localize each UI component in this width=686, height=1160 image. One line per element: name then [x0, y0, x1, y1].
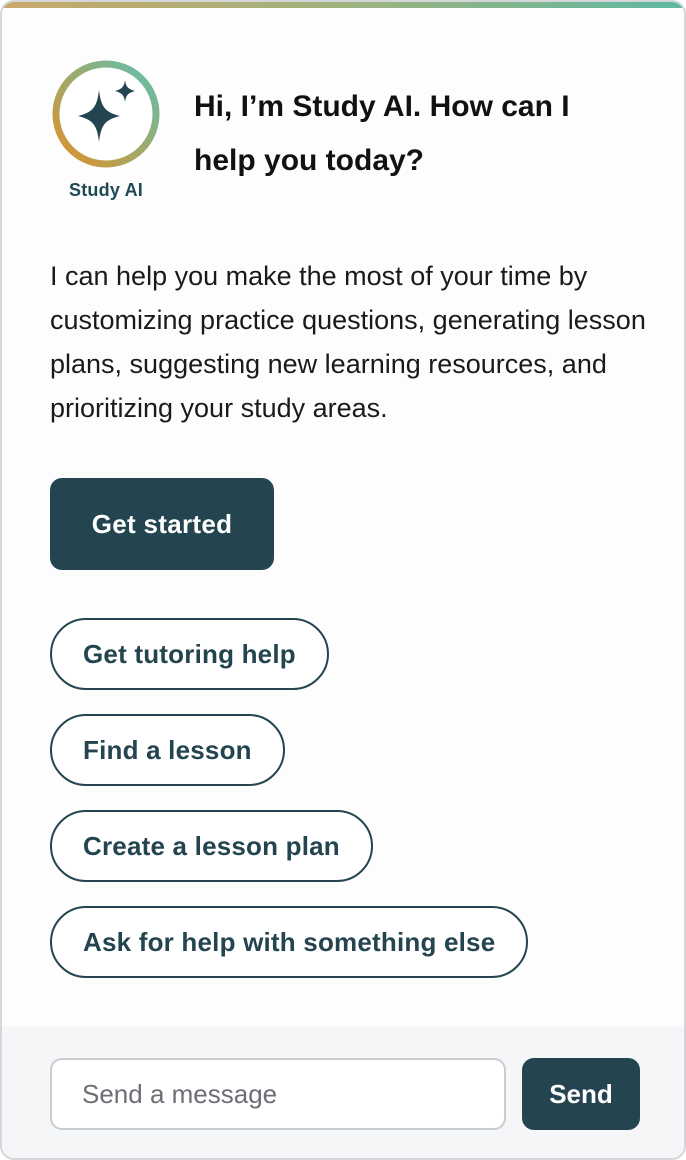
- suggestion-ask-for-help[interactable]: Ask for help with something else: [50, 906, 529, 978]
- get-started-button[interactable]: Get started: [50, 478, 274, 570]
- greeting-heading: Hi, I’m Study AI. How can I help you tod…: [194, 90, 570, 177]
- sparkle-icon: [52, 60, 160, 168]
- message-composer: Send: [2, 1026, 684, 1158]
- assistant-header: Study AI Hi, I’m Study AI. How can I hel…: [48, 56, 648, 216]
- chat-panel: Study AI Hi, I’m Study AI. How can I hel…: [0, 0, 686, 1160]
- send-button[interactable]: Send: [522, 1058, 640, 1130]
- suggestion-get-tutoring-help[interactable]: Get tutoring help: [50, 618, 329, 690]
- suggestion-list: Get tutoring help Find a lesson Create a…: [50, 618, 650, 1002]
- suggestion-find-a-lesson[interactable]: Find a lesson: [50, 714, 285, 786]
- message-input[interactable]: [50, 1058, 506, 1130]
- suggestion-create-lesson-plan[interactable]: Create a lesson plan: [50, 810, 373, 882]
- assistant-avatar: Study AI: [48, 56, 164, 206]
- top-accent-bar: [2, 2, 684, 8]
- assistant-name: Study AI: [69, 180, 143, 200]
- intro-text: I can help you make the most of your tim…: [50, 261, 646, 423]
